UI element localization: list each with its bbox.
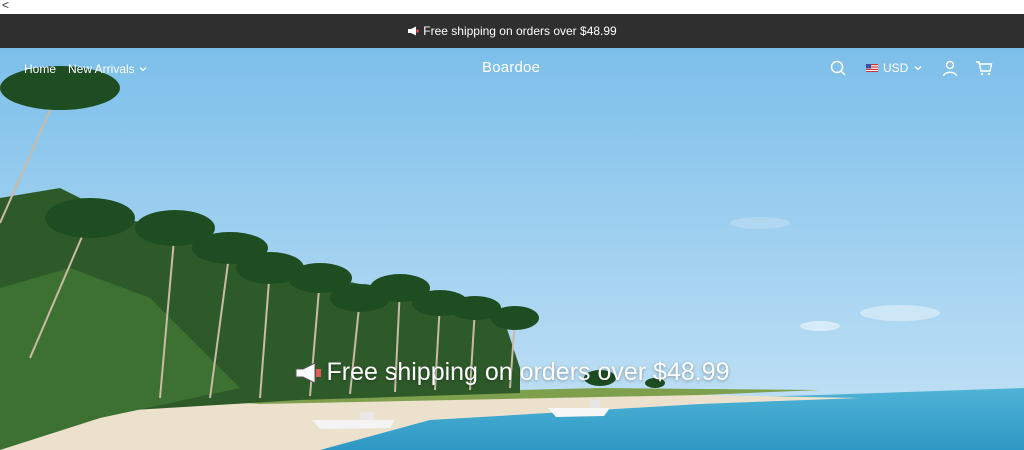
account-icon[interactable] bbox=[941, 59, 959, 77]
cart-icon[interactable] bbox=[975, 59, 993, 77]
currency-selector[interactable]: USD bbox=[866, 61, 923, 75]
nav-link-new-arrivals[interactable]: New Arrivals bbox=[68, 62, 148, 76]
announcement-bar: Free shipping on orders over $48.99 bbox=[0, 14, 1024, 48]
megaphone-icon bbox=[295, 361, 322, 384]
back-char[interactable]: < bbox=[2, 0, 9, 12]
browser-top-strip: < bbox=[0, 0, 1024, 14]
nav-link-home[interactable]: Home bbox=[24, 62, 56, 76]
chevron-down-icon bbox=[139, 67, 147, 72]
hero-image bbox=[0, 48, 1024, 450]
flag-icon bbox=[866, 64, 878, 72]
currency-label: USD bbox=[883, 61, 909, 75]
brand-logo[interactable]: Boardoe bbox=[482, 59, 540, 76]
hero-headline-text: Free shipping on orders over $48.99 bbox=[326, 358, 730, 386]
header-nav: Home New Arrivals Boardoe USD bbox=[0, 48, 1024, 88]
megaphone-icon bbox=[408, 26, 419, 36]
search-icon[interactable] bbox=[829, 59, 847, 77]
announcement-text: Free shipping on orders over $48.99 bbox=[423, 24, 617, 38]
hero-banner: Free shipping on orders over $48.99 bbox=[0, 48, 1024, 450]
chevron-down-icon bbox=[914, 66, 922, 71]
nav-link-label: New Arrivals bbox=[68, 62, 135, 76]
hero-headline: Free shipping on orders over $48.99 bbox=[0, 358, 1024, 387]
